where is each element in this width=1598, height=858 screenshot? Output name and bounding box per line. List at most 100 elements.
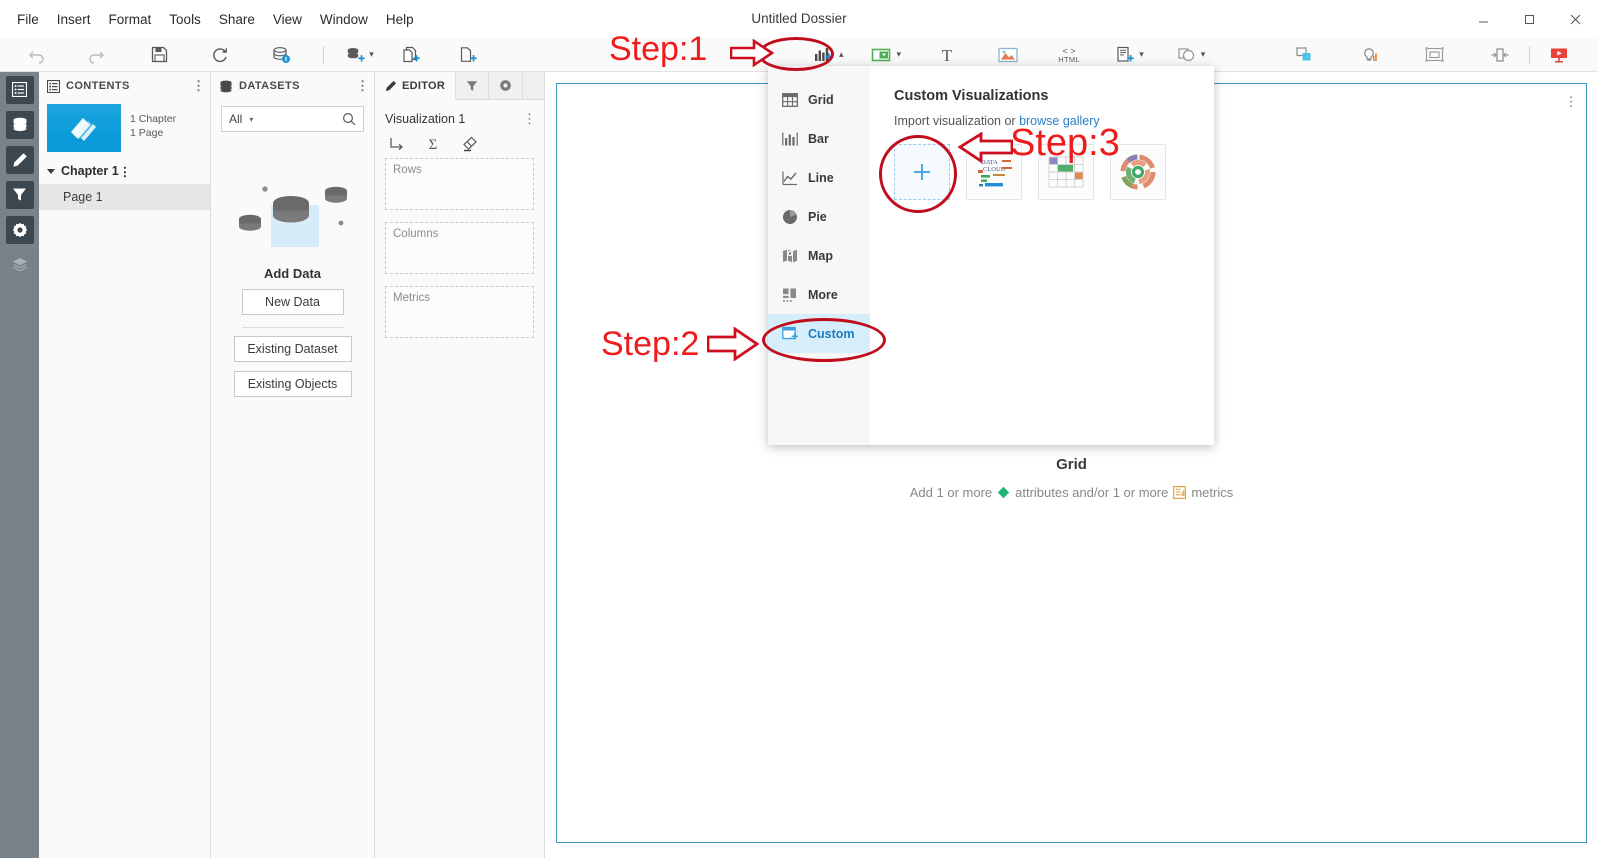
page-options-kebab-icon[interactable]: ⋮: [1562, 90, 1580, 112]
sidebar-item-datasets[interactable]: [0, 107, 39, 142]
insert-image-icon[interactable]: [993, 41, 1023, 69]
chevron-down-icon[interactable]: ▾: [369, 49, 374, 60]
visualization-type-list: Grid Bar Line Pie Map More Custom: [768, 66, 870, 445]
viz-type-map-label: Map: [808, 248, 833, 263]
existing-objects-button[interactable]: Existing Objects: [233, 371, 352, 397]
layers-icon: [6, 251, 34, 279]
menu-view[interactable]: View: [264, 9, 311, 31]
search-icon[interactable]: [342, 112, 356, 126]
menu-help[interactable]: Help: [377, 9, 423, 31]
data-cloud-visualization-card[interactable]: DATA CLOUD: [966, 144, 1022, 200]
chevron-down-icon[interactable]: ▾: [1139, 49, 1144, 60]
chevron-up-icon[interactable]: ▴: [839, 49, 844, 60]
svg-text:T: T: [942, 46, 953, 64]
viz-type-pie[interactable]: Pie: [768, 197, 870, 236]
tab-properties[interactable]: [489, 72, 524, 99]
menu-file[interactable]: File: [8, 9, 48, 31]
map-icon: [782, 248, 798, 264]
refresh-icon[interactable]: [205, 41, 235, 69]
datasets-empty-state: Add Data New Data Existing Dataset Exist…: [211, 158, 374, 397]
sidebar-item-filters[interactable]: [0, 177, 39, 212]
sidebar-item-layers[interactable]: [0, 247, 39, 282]
minimize-icon[interactable]: [1460, 0, 1506, 38]
import-visualization-text: Import visualization or: [894, 114, 1016, 128]
insert-shape-icon[interactable]: ▾: [1176, 41, 1206, 69]
sigma-icon[interactable]: Σ: [425, 136, 441, 152]
database-icon: [5, 110, 34, 139]
document-meta: 1 Chapter 1 Page: [130, 104, 176, 140]
sidebar-item-editor[interactable]: [0, 142, 39, 177]
existing-dataset-button[interactable]: Existing Dataset: [233, 336, 352, 362]
sidebar-item-properties[interactable]: [0, 212, 39, 247]
columns-drop-zone[interactable]: Columns: [385, 222, 534, 274]
add-data-icon[interactable]: ▾: [345, 41, 375, 69]
rows-label: Rows: [393, 164, 422, 176]
dataset-filter-select[interactable]: All ▾: [229, 112, 253, 126]
layout-icon[interactable]: [1420, 41, 1450, 69]
page-row[interactable]: Page 1: [39, 184, 210, 210]
datasets-options-kebab-icon[interactable]: ⋮: [356, 79, 369, 92]
add-chapter-icon[interactable]: [396, 41, 426, 69]
eraser-icon[interactable]: [461, 136, 478, 152]
rows-drop-zone[interactable]: Rows: [385, 158, 534, 210]
insights-icon[interactable]: [1355, 41, 1385, 69]
viz-type-bar[interactable]: Bar: [768, 119, 870, 158]
sunburst-visualization-card[interactable]: [1110, 144, 1166, 200]
menu-window[interactable]: Window: [311, 9, 377, 31]
redo-icon[interactable]: [81, 41, 111, 69]
viz-type-bar-label: Bar: [808, 131, 829, 146]
tab-editor[interactable]: EDITOR: [375, 72, 457, 100]
chapter-options-kebab-icon[interactable]: ⋮: [119, 164, 132, 179]
custom-viz-icon: [782, 326, 798, 342]
dataset-filter-bar[interactable]: All ▾: [221, 106, 364, 132]
panel-toggle-icon[interactable]: [1485, 41, 1515, 69]
tab-filters[interactable]: [456, 72, 490, 99]
chevron-down-icon[interactable]: [47, 168, 55, 174]
viz-type-map[interactable]: Map: [768, 236, 870, 275]
menu-insert[interactable]: Insert: [48, 9, 100, 31]
chevron-down-icon[interactable]: ▾: [897, 49, 902, 60]
viz-type-grid[interactable]: Grid: [768, 80, 870, 119]
insert-visualization-icon[interactable]: ▴: [813, 41, 844, 69]
visualization-options-kebab-icon[interactable]: ⋮: [523, 111, 536, 127]
duplicate-icon[interactable]: [1290, 41, 1320, 69]
undo-icon[interactable]: [22, 41, 52, 69]
list-icon: [5, 75, 34, 104]
menu-tools[interactable]: Tools: [160, 9, 210, 31]
document-summary: 1 Chapter 1 Page: [39, 100, 210, 158]
chevron-down-icon[interactable]: ▾: [249, 115, 253, 124]
save-icon[interactable]: [144, 41, 174, 69]
insert-filter-icon[interactable]: ▾: [871, 41, 902, 69]
chevron-down-icon[interactable]: ▾: [1201, 49, 1206, 60]
insert-html-label: HTML: [1058, 54, 1080, 64]
pivot-icon[interactable]: [389, 136, 405, 152]
metrics-drop-zone[interactable]: Metrics: [385, 286, 534, 338]
data-info-icon[interactable]: [266, 41, 296, 69]
grid-icon: [782, 92, 798, 108]
sidebar-item-table-of-contents[interactable]: [0, 72, 39, 107]
insert-info-window-icon[interactable]: ▾: [1115, 41, 1145, 69]
close-icon[interactable]: [1552, 0, 1598, 38]
viz-type-more[interactable]: More: [768, 275, 870, 314]
chapter-row[interactable]: Chapter 1 ⋮: [39, 158, 210, 184]
viz-type-line[interactable]: Line: [768, 158, 870, 197]
hint-metrics: metrics: [1191, 485, 1234, 500]
insert-html-icon[interactable]: < > HTML: [1054, 41, 1084, 69]
menu-format[interactable]: Format: [100, 9, 161, 31]
viz-type-custom[interactable]: Custom: [768, 314, 870, 353]
page-label: Page 1: [63, 190, 103, 204]
present-icon[interactable]: [1544, 41, 1574, 69]
insert-text-icon[interactable]: T: [932, 41, 962, 69]
contents-options-kebab-icon[interactable]: ⋮: [192, 79, 205, 92]
menu-share[interactable]: Share: [210, 9, 264, 31]
browse-gallery-link[interactable]: browse gallery: [1019, 114, 1100, 128]
new-data-button[interactable]: New Data: [241, 289, 344, 315]
visualization-name-row[interactable]: Visualization 1 ⋮: [375, 104, 544, 134]
dataset-filter-value: All: [229, 112, 243, 126]
document-thumbnail[interactable]: [47, 104, 121, 152]
maximize-icon[interactable]: [1506, 0, 1552, 38]
add-custom-visualization-card[interactable]: [894, 144, 950, 200]
datasets-panel: DATASETS ⋮ All ▾ Add Data New Data Exist…: [211, 72, 375, 858]
gantt-visualization-card[interactable]: [1038, 144, 1094, 200]
add-page-icon[interactable]: [453, 41, 483, 69]
